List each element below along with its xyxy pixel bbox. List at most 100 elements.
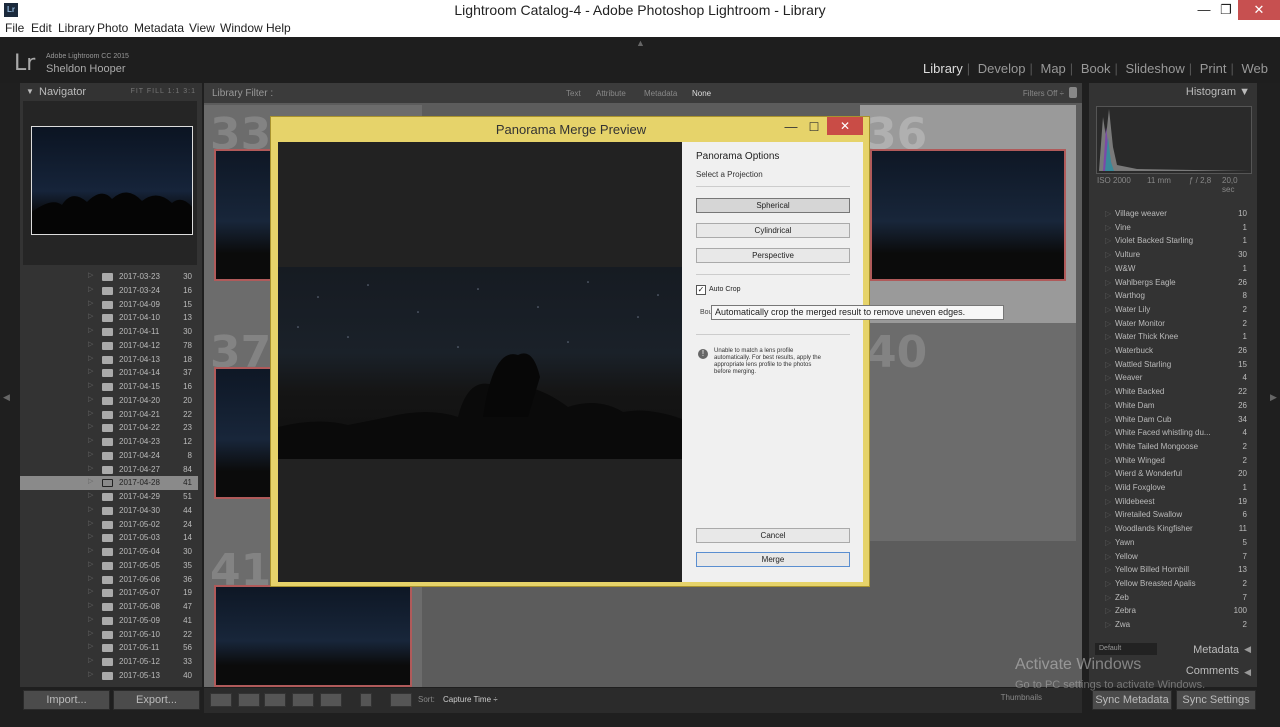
disclosure-arrow-icon[interactable]: ▷ (88, 354, 93, 362)
photo-thumbnail[interactable] (870, 149, 1066, 281)
menu-help[interactable]: Help (266, 21, 291, 35)
keyword-item[interactable]: ▷ Vine 1 (1089, 221, 1257, 235)
disclosure-arrow-icon[interactable]: ▷ (88, 560, 93, 568)
disclosure-arrow-icon[interactable]: ▷ (88, 299, 93, 307)
keyword-arrow-icon[interactable]: ▷ (1105, 552, 1111, 561)
folder-item[interactable]: ▷ 2017-04-28 41 (20, 476, 198, 491)
filter-tab-metadata[interactable]: Metadata (644, 89, 677, 98)
menu-view[interactable]: View (189, 21, 215, 35)
disclosure-arrow-icon[interactable]: ▷ (88, 450, 93, 458)
menu-metadata[interactable]: Metadata (134, 21, 184, 35)
disclosure-arrow-icon[interactable]: ▷ (88, 546, 93, 554)
keyword-item[interactable]: ▷ Wattled Starling 15 (1089, 358, 1257, 372)
folder-item[interactable]: ▷ 2017-05-03 14 (20, 531, 198, 545)
keyword-item[interactable]: ▷ White Winged 2 (1089, 454, 1257, 468)
keyword-arrow-icon[interactable]: ▷ (1105, 346, 1111, 355)
painter-icon[interactable] (360, 693, 372, 707)
folder-item[interactable]: ▷ 2017-04-22 23 (20, 421, 198, 435)
folder-item[interactable]: ▷ 2017-04-13 18 (20, 353, 198, 367)
dialog-close-button[interactable]: ✕ (827, 117, 863, 135)
keyword-item[interactable]: ▷ Zebra 100 (1089, 604, 1257, 618)
menu-photo[interactable]: Photo (97, 21, 128, 35)
folder-item[interactable]: ▷ 2017-04-30 44 (20, 504, 198, 518)
module-slideshow[interactable]: Slideshow (1125, 61, 1184, 76)
module-develop[interactable]: Develop (978, 61, 1026, 76)
disclosure-arrow-icon[interactable]: ▷ (88, 670, 93, 678)
folder-item[interactable]: ▷ 2017-03-24 16 (20, 284, 198, 298)
keyword-item[interactable]: ▷ Yellow Billed Hornbill 13 (1089, 563, 1257, 577)
sort-direction-icon[interactable] (390, 693, 412, 707)
keyword-item[interactable]: ▷ Yellow Breasted Apalis 2 (1089, 577, 1257, 591)
disclosure-arrow-icon[interactable]: ▷ (88, 464, 93, 472)
right-panel-toggle-icon[interactable]: ▶ (1270, 392, 1277, 403)
maximize-button[interactable]: ❐ (1212, 0, 1240, 20)
keyword-item[interactable]: ▷ Water Monitor 2 (1089, 317, 1257, 331)
module-book[interactable]: Book (1081, 61, 1111, 76)
perspective-button[interactable]: Perspective (696, 248, 850, 263)
keyword-arrow-icon[interactable]: ▷ (1105, 387, 1111, 396)
keyword-arrow-icon[interactable]: ▷ (1105, 250, 1111, 259)
grid-view-icon[interactable] (210, 693, 232, 707)
disclosure-arrow-icon[interactable]: ▷ (88, 312, 93, 320)
keyword-arrow-icon[interactable]: ▷ (1105, 236, 1111, 245)
disclosure-arrow-icon[interactable]: ▷ (88, 642, 93, 650)
folder-item[interactable]: ▷ 2017-05-13 40 (20, 669, 198, 683)
disclosure-arrow-icon[interactable]: ▷ (88, 271, 93, 279)
folder-item[interactable]: ▷ 2017-05-04 30 (20, 545, 198, 559)
keyword-item[interactable]: ▷ Zeb 7 (1089, 591, 1257, 605)
keyword-arrow-icon[interactable]: ▷ (1105, 278, 1111, 287)
disclosure-arrow-icon[interactable]: ▷ (88, 409, 93, 417)
menu-library[interactable]: Library (58, 21, 95, 35)
keyword-item[interactable]: ▷ Wildebeest 19 (1089, 495, 1257, 509)
navigator-header[interactable]: ▼ Navigator FIT FILL 1:1 3:1 (20, 83, 202, 101)
close-window-button[interactable]: ✕ (1238, 0, 1280, 20)
keyword-arrow-icon[interactable]: ▷ (1105, 565, 1111, 574)
keyword-arrow-icon[interactable]: ▷ (1105, 415, 1111, 424)
disclosure-arrow-icon[interactable]: ▷ (88, 491, 93, 499)
disclosure-arrow-icon[interactable]: ▷ (88, 422, 93, 430)
people-view-icon[interactable] (320, 693, 342, 707)
collapse-left-icon[interactable]: ◀ (1244, 667, 1251, 678)
keyword-arrow-icon[interactable]: ▷ (1105, 264, 1111, 273)
navigator-thumbnail[interactable] (31, 126, 193, 235)
keyword-arrow-icon[interactable]: ▷ (1105, 579, 1111, 588)
keyword-item[interactable]: ▷ Weaver 4 (1089, 371, 1257, 385)
disclosure-arrow-icon[interactable]: ▷ (88, 477, 93, 485)
keyword-arrow-icon[interactable]: ▷ (1105, 373, 1111, 382)
left-panel-toggle-icon[interactable]: ◀ (3, 392, 10, 403)
disclosure-arrow-icon[interactable]: ▷ (88, 395, 93, 403)
filter-tab-text[interactable]: Text (566, 89, 581, 98)
filter-tab-none[interactable]: None (692, 89, 711, 98)
folder-item[interactable]: ▷ 2017-05-02 24 (20, 518, 198, 532)
loupe-view-icon[interactable] (238, 693, 260, 707)
disclosure-arrow-icon[interactable]: ▷ (88, 601, 93, 609)
keyword-item[interactable]: ▷ Water Lily 2 (1089, 303, 1257, 317)
disclosure-arrow-icon[interactable]: ▷ (88, 381, 93, 389)
keyword-arrow-icon[interactable]: ▷ (1105, 332, 1111, 341)
comments-label[interactable]: Comments (1186, 665, 1239, 677)
navigator-zoom-options[interactable]: FIT FILL 1:1 3:1 (131, 88, 196, 95)
auto-crop-checkbox[interactable]: ✓ (696, 285, 706, 295)
menu-window[interactable]: Window (220, 21, 263, 35)
cancel-button[interactable]: Cancel (696, 528, 850, 543)
collapse-left-icon[interactable]: ◀ (1244, 644, 1251, 655)
filter-tab-attribute[interactable]: Attribute (596, 89, 626, 98)
keyword-item[interactable]: ▷ W&W 1 (1089, 262, 1257, 276)
disclosure-arrow-icon[interactable]: ▷ (88, 436, 93, 444)
sync-settings-button[interactable]: Sync Settings (1176, 690, 1256, 710)
folder-item[interactable]: ▷ 2017-03-23 30 (20, 270, 198, 284)
filters-off-dropdown[interactable]: Filters Off ÷ (1023, 89, 1064, 98)
folder-item[interactable]: ▷ 2017-05-05 35 (20, 559, 198, 573)
folder-item[interactable]: ▷ 2017-05-07 19 (20, 586, 198, 600)
export-button[interactable]: Export... (113, 690, 200, 710)
keyword-arrow-icon[interactable]: ▷ (1105, 497, 1111, 506)
folder-item[interactable]: ▷ 2017-04-15 16 (20, 380, 198, 394)
folder-item[interactable]: ▷ 2017-04-10 13 (20, 311, 198, 325)
keyword-arrow-icon[interactable]: ▷ (1105, 305, 1111, 314)
keyword-arrow-icon[interactable]: ▷ (1105, 483, 1111, 492)
keyword-arrow-icon[interactable]: ▷ (1105, 360, 1111, 369)
folder-item[interactable]: ▷ 2017-04-20 20 (20, 394, 198, 408)
folder-item[interactable]: ▷ 2017-05-06 36 (20, 573, 198, 587)
disclosure-arrow-icon[interactable]: ▷ (88, 505, 93, 513)
cylindrical-button[interactable]: Cylindrical (696, 223, 850, 238)
